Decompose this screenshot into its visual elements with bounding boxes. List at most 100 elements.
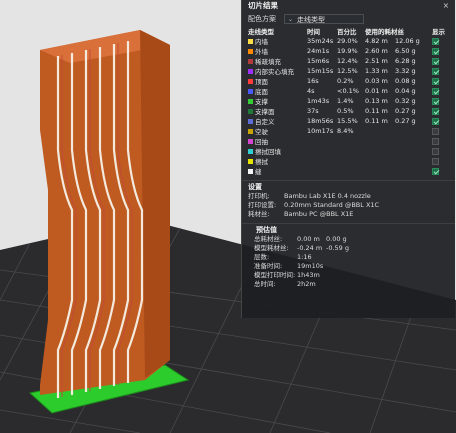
row-grams: 6.28 g [395, 57, 416, 65]
color-swatch-icon [248, 138, 253, 144]
color-swatch-icon [248, 168, 253, 174]
total-filament-row: 总耗材丝: 0.00 m 0.00 g [242, 235, 455, 244]
table-row: 空驶 10m17s 8.4% [242, 126, 455, 136]
total-time-value: 2h2m [297, 280, 316, 288]
row-percent [337, 136, 365, 146]
visibility-checkbox[interactable] [432, 47, 439, 55]
color-scheme-select[interactable]: ⌄ 走线类型 [284, 14, 364, 24]
prep-time-value: 19m10s [297, 262, 324, 270]
row-percent: <0.1% [337, 87, 359, 95]
prep-time-label: 准备时间: [254, 262, 283, 270]
model-filament-label: 模型耗材丝: [254, 244, 289, 252]
total-filament-label: 总耗材丝: [254, 235, 283, 243]
prep-time-row: 准备时间: 19m10s [242, 262, 455, 271]
table-row: 外墙 24m1s 19.9% 2.60 m 6.50 g [242, 46, 455, 56]
row-name: 空驶 [255, 128, 268, 136]
table-row: 底面 4s <0.1% 0.01 m 0.04 g [242, 86, 455, 96]
row-percent: 15.5% [337, 117, 358, 125]
visibility-checkbox[interactable] [432, 137, 439, 145]
color-swatch-icon [248, 38, 253, 44]
print-settings-label: 打印设置: [248, 201, 277, 209]
row-grams: 0.27 g [395, 107, 416, 115]
row-time: 1m43s [307, 97, 330, 105]
total-filament-g: 0.00 g [326, 235, 347, 243]
row-time [307, 156, 337, 166]
row-time: 18m56s [307, 117, 334, 125]
row-percent: 0.2% [337, 77, 354, 85]
line-type-table: 走线类型 时间 百分比 使用的耗材丝 显示 内墙 35m24s 29.0% 4.82 … [242, 26, 455, 176]
table-row: 支撑面 37s 0.5% 0.11 m 0.27 g [242, 106, 455, 116]
total-time-row: 总时间: 2h2m [242, 280, 455, 289]
row-grams [395, 126, 427, 136]
model-print-time-row: 模型打印时间: 1h43m [242, 271, 455, 280]
model-filament-row: 模型耗材丝: -0.24 m -0.59 g [242, 244, 455, 253]
table-row: 擦拭 [242, 156, 455, 166]
panel-header: 切片结果 × [242, 0, 455, 12]
table-row: 内部实心填充 15m15s 12.5% 1.33 m 3.32 g [242, 66, 455, 76]
row-grams: 6.50 g [395, 47, 416, 55]
row-percent [337, 156, 365, 166]
color-swatch-icon [248, 78, 253, 84]
row-name: 回抽 [255, 138, 268, 146]
row-meters: 0.03 m [365, 77, 388, 85]
model-print-time-value: 1h43m [297, 271, 320, 279]
table-row: 缝 [242, 166, 455, 176]
line-type-rows: 内墙 35m24s 29.0% 4.82 m 12.06 g 外墙 24m1s 19.9% 2.… [242, 36, 455, 176]
row-name: 稀疏填充 [255, 58, 281, 66]
col-type: 走线类型 [248, 28, 274, 36]
visibility-checkbox[interactable] [432, 87, 439, 95]
printed-part [40, 30, 170, 398]
row-name: 擦拭 [255, 158, 268, 166]
row-meters [365, 156, 395, 166]
table-row: 内墙 35m24s 29.0% 4.82 m 12.06 g [242, 36, 455, 46]
row-meters: 0.01 m [365, 87, 388, 95]
total-time-label: 总时间: [254, 280, 276, 288]
row-grams [395, 146, 427, 156]
row-percent: 12.5% [337, 67, 358, 75]
visibility-checkbox[interactable] [432, 77, 439, 85]
visibility-checkbox[interactable] [432, 97, 439, 105]
estimate-section-title: 预估值 [242, 223, 455, 235]
visibility-checkbox[interactable] [432, 127, 439, 135]
visibility-checkbox[interactable] [432, 147, 439, 155]
col-percent: 百分比 [337, 28, 357, 36]
row-meters [365, 136, 395, 146]
visibility-checkbox[interactable] [432, 107, 439, 115]
color-scheme-label: 配色方案 [248, 15, 276, 23]
color-swatch-icon [248, 88, 253, 94]
row-name: 擦拭回填 [255, 148, 281, 156]
table-row: 回抽 [242, 136, 455, 146]
color-swatch-icon [248, 128, 253, 134]
row-meters [365, 146, 395, 156]
chevron-down-icon: ⌄ [288, 16, 294, 23]
print-settings-value: 0.20mm Standard @BBL X1C [284, 201, 380, 209]
visibility-checkbox[interactable] [432, 117, 439, 125]
row-grams [395, 136, 427, 146]
visibility-checkbox[interactable] [432, 157, 439, 165]
visibility-checkbox[interactable] [432, 67, 439, 75]
visibility-checkbox[interactable] [432, 57, 439, 65]
row-meters: 2.51 m [365, 57, 388, 65]
color-swatch-icon [248, 68, 253, 74]
row-time [307, 166, 337, 176]
row-meters [365, 126, 395, 136]
layers-label: 层数: [254, 253, 270, 261]
table-row: 顶面 16s 0.2% 0.03 m 0.08 g [242, 76, 455, 86]
row-meters: 0.13 m [365, 97, 388, 105]
visibility-checkbox[interactable] [432, 37, 439, 45]
row-name: 外墙 [255, 48, 268, 56]
slice-results-panel: 切片结果 × 配色方案 ⌄ 走线类型 走线类型 时间 百分比 使用的耗材丝 显示… [241, 0, 455, 318]
row-grams: 0.32 g [395, 97, 416, 105]
close-icon[interactable]: × [443, 0, 449, 12]
row-grams [395, 166, 427, 176]
row-grams: 0.08 g [395, 77, 416, 85]
row-name: 支撑面 [255, 108, 275, 116]
row-time: 4s [307, 87, 315, 95]
color-swatch-icon [248, 108, 253, 114]
filament-row: 耗材丝: Bambu PC @BBL X1E [242, 210, 455, 219]
row-meters: 0.11 m [365, 117, 388, 125]
visibility-checkbox[interactable] [432, 167, 439, 175]
table-row: 稀疏填充 15m6s 12.4% 2.51 m 6.28 g [242, 56, 455, 66]
col-show: 显示 [432, 28, 445, 36]
row-meters [365, 166, 395, 176]
